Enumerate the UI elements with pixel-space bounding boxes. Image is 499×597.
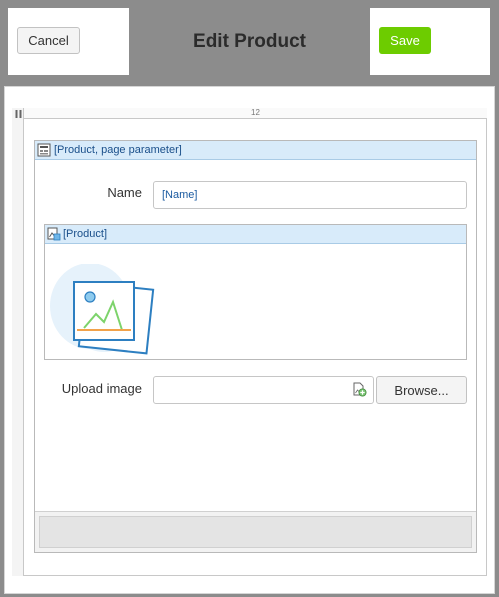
form-footer-zone [39, 516, 472, 548]
file-upload-icon[interactable] [352, 382, 367, 397]
page-title: Edit Product [193, 30, 306, 52]
upload-label: Upload image [61, 381, 142, 396]
grid-handle[interactable] [12, 108, 24, 576]
save-button[interactable]: Save [379, 27, 431, 54]
name-label: Name [107, 185, 142, 200]
browse-button[interactable]: Browse... [376, 376, 467, 404]
image-placeholder-icon [50, 264, 155, 355]
grid-column-span: 12 [24, 108, 487, 119]
form-header[interactable]: [Product, page parameter] [35, 141, 476, 160]
upload-file-input[interactable] [153, 376, 374, 404]
drag-handle-icon[interactable] [15, 110, 22, 118]
name-input[interactable]: [Name] [153, 181, 467, 209]
form-icon [37, 143, 51, 157]
image-editor-icon [47, 227, 61, 241]
cancel-button[interactable]: Cancel [17, 27, 80, 54]
image-header[interactable]: [Product] [45, 225, 466, 244]
